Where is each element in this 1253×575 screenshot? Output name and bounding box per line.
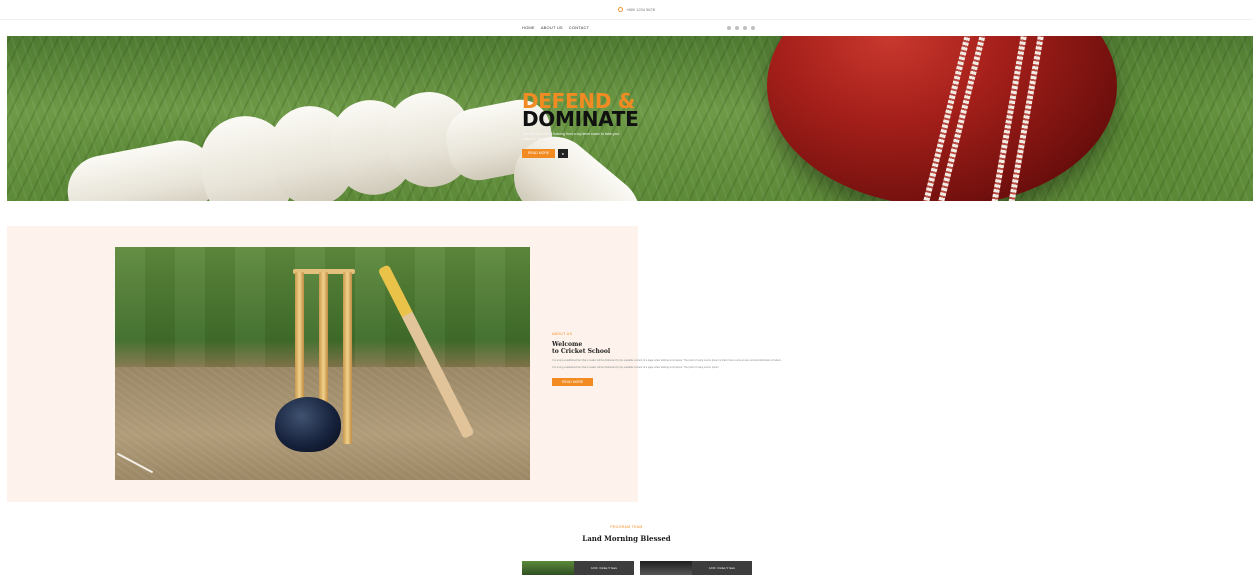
instagram-icon[interactable] (743, 25, 747, 30)
facebook-icon[interactable] (727, 25, 731, 30)
program-meta: 12:00 Cricket, 5 Years (574, 561, 634, 575)
programs-eyebrow: Program Team (610, 525, 643, 529)
ball-seam (1006, 36, 1058, 201)
about-paragraph: It is a long established fact that a rea… (552, 359, 782, 362)
about-paragraph: It is a long established fact that a rea… (552, 366, 720, 369)
about-title: Welcome to Cricket School (552, 341, 782, 355)
programs-title: Land Morning Blessed (582, 534, 671, 543)
nav-menu: Home About Us Contact (522, 25, 589, 30)
about-read-more-button[interactable]: Read More (552, 378, 594, 386)
helmet (275, 397, 341, 452)
nav-item-home[interactable]: Home (522, 25, 535, 30)
twitter-icon[interactable] (735, 25, 739, 30)
program-meta-left: 12:00 (709, 566, 716, 570)
program-card[interactable]: 12:00 Cricket, 5 Years (640, 561, 752, 575)
hero-read-more-button[interactable]: Read More (522, 149, 556, 158)
program-meta-right: Cricket, 5 Years (717, 566, 735, 570)
program-meta-left: 12:00 (591, 566, 598, 570)
nav-item-about[interactable]: About Us (541, 25, 563, 30)
about-image (115, 247, 530, 480)
nav-item-contact[interactable]: Contact (569, 25, 589, 30)
hero-title-main: DOMINATE (522, 107, 639, 131)
program-meta-right: Cricket, 5 Years (599, 566, 617, 570)
hero-actions: Read More ▸ (522, 149, 639, 158)
about-title-line1: Welcome (552, 341, 583, 348)
about-title-line2: to Cricket School (552, 348, 611, 355)
program-thumbnail (640, 561, 692, 575)
stump (343, 272, 352, 444)
program-meta: 12:00 Cricket, 5 Years (692, 561, 752, 575)
phone-contact[interactable]: +880 1234 5678 (617, 7, 656, 12)
about-eyebrow: About Us (552, 332, 573, 336)
main-nav: Home About Us Contact (0, 20, 1253, 35)
program-thumbnail (522, 561, 574, 575)
hero-text-block: DEFEND & DOMINATE The ultimate cricket t… (522, 91, 639, 158)
hero-banner: DEFEND & DOMINATE The ultimate cricket t… (7, 36, 1253, 201)
program-card[interactable]: 12:00 Cricket, 5 Years (522, 561, 634, 575)
phone-icon (617, 7, 623, 12)
social-links (727, 25, 755, 30)
play-icon[interactable]: ▸ (558, 149, 569, 158)
phone-number: +880 1234 5678 (625, 7, 656, 12)
youtube-icon[interactable] (751, 25, 755, 30)
top-bar: +880 1234 5678 (0, 0, 1253, 20)
programs-section: Program Team Land Morning Blessed (0, 525, 1253, 543)
hero-title: DEFEND & DOMINATE (522, 91, 639, 131)
about-text-block: About Us Welcome to Cricket School It is… (552, 332, 782, 388)
hero-subtitle: The ultimate cricket training from a top… (522, 132, 620, 141)
